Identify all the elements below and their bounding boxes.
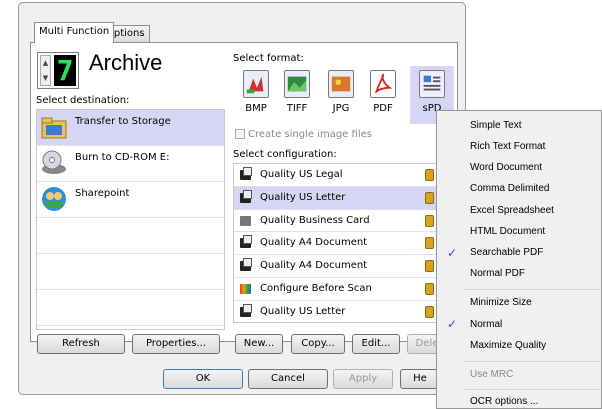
spin-down-icon[interactable]: ▼ [41,71,50,86]
new-button[interactable]: New... [235,334,283,354]
configuration-label: Quality A4 Document [260,237,368,249]
menu-html[interactable]: HTML Document [470,226,545,237]
list-item[interactable]: Quality A4 Document [234,255,454,278]
configuration-label: Quality Business Card [260,214,370,226]
list-item [37,290,224,326]
menu-separator [465,389,599,390]
format-label: TIFF [286,103,308,114]
help-button[interactable]: He [400,369,440,389]
create-single-checkbox[interactable]: Create single image files [235,129,372,140]
checkmark-icon: ✓ [447,246,458,260]
page-icon [243,167,252,176]
folder-storage-icon [41,117,67,139]
menu-excel[interactable]: Excel Spreadsheet [470,205,554,216]
format-strip: BMP TIFF JPG PDF sPD [234,66,454,124]
lock-icon [425,305,434,318]
page-icon [243,258,252,268]
button-number-display: ▲ ▼ 7 [37,52,79,89]
pdf-icon [370,70,396,98]
apply-button[interactable]: Apply [333,369,393,389]
menu-use-mrc: Use MRC [470,369,514,380]
checkmark-icon: ✓ [447,317,458,331]
configuration-label: Quality US Letter [260,305,346,317]
configuration-label: Configure Before Scan [260,282,372,294]
lock-icon [425,214,434,227]
menu-searchable-pdf[interactable]: Searchable PDF [470,247,543,258]
lock-icon [425,282,434,295]
list-item[interactable]: Quality US Letter [234,186,454,210]
menu-normal-pdf[interactable]: Normal PDF [470,268,525,279]
select-configuration-label: Select configuration: [233,149,337,160]
list-item[interactable]: Quality A4 Document [234,232,454,256]
format-label: JPG [332,103,350,114]
menu-word-document[interactable]: Word Document [470,162,542,173]
list-item[interactable]: Quality US Legal [234,164,454,187]
spdf-icon [419,70,445,98]
cd-rom-icon [42,150,66,174]
page-title: Archive [89,50,163,75]
format-pdf[interactable]: PDF [365,66,401,124]
refresh-button[interactable]: Refresh [37,334,125,354]
list-item[interactable]: Quality Business Card [234,210,454,233]
list-item [37,218,224,254]
list-item[interactable]: Transfer to Storage [37,110,224,146]
menu-comma-delimited[interactable]: Comma Delimited [470,183,549,194]
destination-label: Sharepoint [75,188,130,199]
destination-label: Transfer to Storage [75,116,171,127]
format-tiff[interactable]: TIFF [279,66,315,124]
tiff-icon [284,70,310,98]
menu-separator [465,361,599,362]
menu-simple-text[interactable]: Simple Text [470,120,522,131]
lock-icon [425,260,434,273]
menu-maximize-quality[interactable]: Maximize Quality [470,340,546,351]
select-format-label: Select format: [233,53,304,64]
tab-multi-function[interactable]: Multi Function [34,22,115,43]
properties-button[interactable]: Properties... [132,334,220,354]
list-item[interactable]: Configure Before Scan [234,278,454,301]
configuration-label: Quality US Letter [260,191,346,203]
ok-button[interactable]: OK [163,369,243,389]
color-palette-icon [240,283,251,294]
lock-icon [425,191,434,204]
page-icon [243,303,252,313]
format-bmp[interactable]: BMP [238,66,274,124]
menu-normal[interactable]: Normal [470,319,502,330]
spin-up-icon[interactable]: ▲ [41,56,50,71]
list-item[interactable]: Sharepoint [37,182,224,218]
select-destination-label: Select destination: [36,95,130,106]
bmp-icon [243,70,269,98]
list-item[interactable]: Quality US Letter [234,301,454,322]
destination-list[interactable]: Transfer to Storage Burn to CD-ROM E: Sh… [36,109,225,330]
page-icon [243,235,252,245]
lcd-digit: 7 [54,55,76,86]
format-label: BMP [245,103,267,114]
copy-button[interactable]: Copy... [291,334,345,354]
lock-icon [425,169,434,181]
format-label: PDF [373,103,393,114]
cancel-button[interactable]: Cancel [248,369,328,389]
page-icon [243,189,252,199]
configuration-list[interactable]: Quality US Legal Quality US Letter Quali… [233,163,455,323]
lock-icon [425,237,434,250]
menu-rich-text[interactable]: Rich Text Format [470,141,545,152]
sharepoint-icon [42,187,66,211]
configuration-label: Quality US Legal [260,169,343,180]
list-item[interactable]: Burn to CD-ROM E: [37,146,224,182]
ocr-context-menu: Simple Text Rich Text Format Word Docume… [436,110,602,409]
menu-ocr-options[interactable]: OCR options ... [470,396,538,407]
jpg-icon [328,70,354,98]
edit-button[interactable]: Edit... [352,334,400,354]
number-spinner[interactable]: ▲ ▼ [40,55,51,86]
format-jpg[interactable]: JPG [323,66,359,124]
configuration-label: Quality A4 Document [260,260,368,272]
menu-separator [465,289,599,290]
checkbox-label: Create single image files [248,129,372,140]
menu-minimize-size[interactable]: Minimize Size [470,297,532,308]
destination-label: Burn to CD-ROM E: [75,152,170,163]
business-card-icon [240,215,251,226]
list-item [37,254,224,290]
checkbox-box[interactable] [235,129,245,139]
